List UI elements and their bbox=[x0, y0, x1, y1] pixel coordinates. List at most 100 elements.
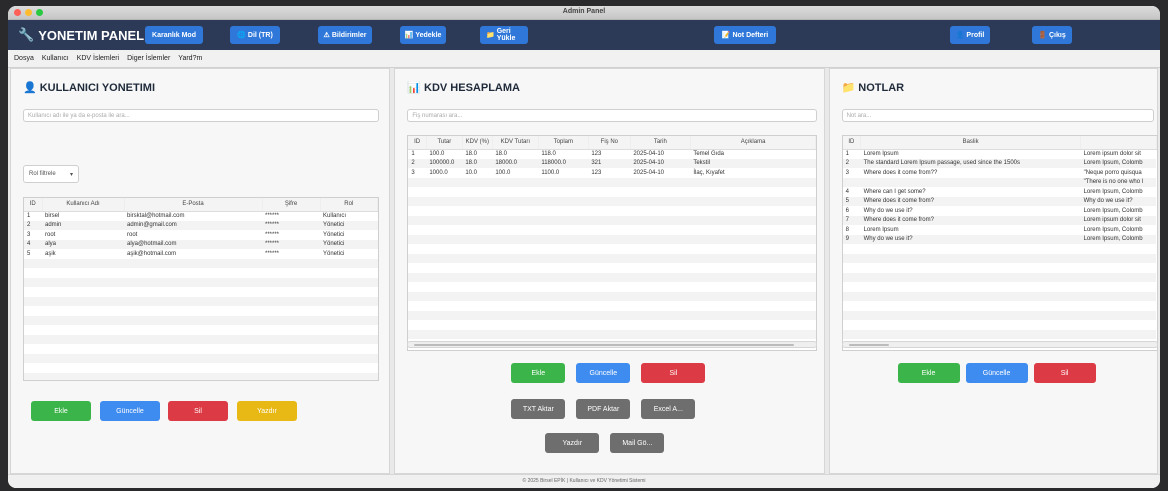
table-row[interactable]: 9 Why do we use it? Lorem Ipsum, Colomb bbox=[842, 234, 1157, 244]
logout-button[interactable]: 🚪 Çıkış bbox=[1032, 26, 1072, 44]
note-cell: Where does it come from?? bbox=[863, 169, 938, 176]
user-add-button[interactable]: Ekle bbox=[31, 401, 91, 421]
footer: © 2025 Birsel EPİK | Kullanıcı ve KDV Yö… bbox=[8, 474, 1160, 488]
user-cell bbox=[24, 372, 42, 380]
note-cell bbox=[860, 253, 1081, 263]
kdv-update-button[interactable]: Güncelle bbox=[576, 363, 631, 383]
notes-horizontal-scrollbar[interactable] bbox=[841, 341, 1158, 348]
table-row[interactable]: 1 100.0 18.0 18.0 118.0 123 2025-04-10 Temel Gı… bbox=[408, 149, 816, 159]
kdv-cell bbox=[426, 206, 462, 216]
restore-button[interactable]: 📁 Geri Yükle bbox=[480, 26, 528, 44]
table-row bbox=[408, 215, 816, 225]
col-email[interactable]: E-Posta bbox=[124, 198, 263, 212]
note-add-button[interactable]: Ekle bbox=[897, 363, 960, 383]
profile-button[interactable]: 👤 Profil bbox=[950, 26, 990, 44]
table-row[interactable]: 3 root root ****** Yönetici bbox=[24, 230, 378, 240]
table-row[interactable]: 5 Where does it come from? Why do we use i… bbox=[842, 196, 1157, 206]
note-cell: Why do we use it? bbox=[863, 207, 913, 214]
col-password[interactable]: Şifre bbox=[262, 198, 321, 212]
table-row[interactable]: 1 Lorem Ipsum Lorem ipsum dolor sit bbox=[843, 149, 1157, 159]
table-row bbox=[843, 263, 1157, 273]
menu-user[interactable]: Kullanıcı bbox=[42, 55, 69, 62]
note-update-button[interactable]: Güncelle bbox=[965, 363, 1028, 383]
kdv-add-button[interactable]: Ekle bbox=[511, 363, 566, 383]
table-row[interactable]: 1 birsel birsktal@hotmail.com ****** Kullanı… bbox=[24, 211, 378, 221]
mail-send-button[interactable]: Mail Gö... bbox=[610, 433, 665, 453]
col-total[interactable]: Toplam bbox=[538, 136, 589, 150]
col-id[interactable]: ID bbox=[408, 136, 427, 150]
menu-file[interactable]: Dosya bbox=[14, 55, 34, 62]
note-delete-button[interactable]: Sil bbox=[1033, 363, 1096, 383]
receipt-search-input[interactable]: Fiş numarası ara... bbox=[407, 109, 818, 122]
txt-export-button[interactable]: TXT Aktar bbox=[511, 399, 566, 419]
col-id[interactable]: ID bbox=[24, 198, 43, 212]
notifications-button[interactable]: ⚠ Bildirimler bbox=[318, 26, 372, 44]
col-receipt-no[interactable]: Fiş No bbox=[588, 136, 631, 150]
user-cell bbox=[124, 296, 262, 306]
role-filter-dropdown[interactable]: Rol filtrele ▾ bbox=[23, 165, 79, 183]
kdv-cell bbox=[538, 244, 588, 254]
kdv-delete-button[interactable]: Sil bbox=[641, 363, 706, 383]
table-row bbox=[24, 287, 378, 297]
menu-help[interactable]: Yard?m bbox=[178, 55, 202, 62]
user-update-button[interactable]: Güncelle bbox=[100, 401, 160, 421]
col-id[interactable]: ID bbox=[842, 136, 862, 150]
user-cell bbox=[262, 258, 320, 268]
table-row[interactable]: 6 Why do we use it? Lorem Ipsum, Colomb bbox=[843, 206, 1157, 216]
table-row[interactable]: 2 admin admin@gmail.com ****** Yönetici bbox=[24, 220, 378, 230]
col-date[interactable]: Tarih bbox=[630, 136, 691, 150]
col-role[interactable]: Rol bbox=[320, 198, 378, 212]
table-row[interactable]: 7 Where does it come from? Lorem ipsum dol… bbox=[842, 215, 1157, 225]
table-row[interactable]: 8 Lorem Ipsum Lorem Ipsum, Colomb bbox=[843, 225, 1157, 235]
table-row bbox=[24, 306, 378, 316]
table-row[interactable]: 4 Where can I get some? Lorem Ipsum, Colom… bbox=[843, 187, 1157, 197]
kdv-cell: 100000.0 bbox=[426, 158, 463, 168]
kdv-cell bbox=[492, 301, 538, 311]
col-content[interactable] bbox=[1080, 136, 1157, 150]
backup-button[interactable]: 📊 Yedekle bbox=[400, 26, 446, 44]
kdv-cell bbox=[538, 177, 589, 187]
notepad-button[interactable]: 📝 Not Defteri bbox=[714, 26, 776, 44]
kdv-cell bbox=[462, 301, 492, 311]
warning-icon: ⚠ bbox=[323, 32, 330, 39]
table-row[interactable]: "There is no one who l bbox=[842, 177, 1157, 187]
col-kdv-rate[interactable]: KDV (%) bbox=[462, 136, 493, 150]
table-row[interactable]: 4 alya alya@hotmail.com ****** Yönetici bbox=[24, 239, 378, 249]
user-delete-button[interactable]: Sil bbox=[168, 401, 228, 421]
user-cell bbox=[262, 296, 320, 306]
menu-other[interactable]: Diger İslemler bbox=[127, 55, 170, 62]
user-search-input[interactable]: Kullanıcı adı ile ya da e-posta ile ara.… bbox=[23, 109, 379, 122]
kdv-cell bbox=[588, 301, 630, 311]
kdv-print-button[interactable]: Yazdır bbox=[545, 433, 600, 453]
language-button[interactable]: 🌐 Dil (TR) bbox=[230, 26, 280, 44]
table-row[interactable]: 3 Where does it come from?? "Neque porro q… bbox=[843, 168, 1157, 178]
kdv-cell bbox=[538, 301, 588, 311]
kdv-horizontal-scrollbar[interactable] bbox=[407, 341, 818, 348]
table-row[interactable]: 3 1000.0 10.0 100.0 1100.0 123 2025-04-10 İlaç,… bbox=[408, 168, 816, 178]
table-row[interactable]: 5 aşik aşik@hotmail.com ****** Yönetici bbox=[24, 249, 378, 259]
backup-label: Yedekle bbox=[415, 31, 442, 39]
note-search-input[interactable]: Not ara... bbox=[841, 109, 1154, 122]
user-cell bbox=[124, 372, 262, 380]
table-row[interactable]: 2 The standard Lorem Ipsum passage, used … bbox=[842, 158, 1157, 168]
table-row bbox=[408, 320, 816, 330]
user-cell bbox=[124, 325, 262, 335]
kdv-cell bbox=[462, 234, 493, 244]
kdv-cell bbox=[408, 320, 426, 330]
kdv-cell bbox=[426, 282, 462, 292]
col-amount[interactable]: Tutar bbox=[426, 136, 463, 150]
kdv-cell bbox=[630, 301, 690, 311]
excel-export-button[interactable]: Excel A... bbox=[641, 399, 696, 419]
kdv-cell bbox=[462, 187, 492, 197]
user-print-button[interactable]: Yazdır bbox=[237, 401, 297, 421]
col-username[interactable]: Kullanıcı Adı bbox=[42, 198, 125, 212]
note-cell bbox=[861, 263, 1081, 273]
pdf-export-button[interactable]: PDF Aktar bbox=[576, 399, 631, 419]
col-title[interactable]: Baslik bbox=[860, 136, 1082, 150]
dark-mode-button[interactable]: Karanlık Mod bbox=[145, 26, 203, 44]
kdv-cell bbox=[538, 263, 588, 273]
menu-kdv[interactable]: KDV İslemleri bbox=[77, 55, 119, 62]
table-row[interactable]: 2 100000.0 18.0 18000.0 118000.0 321 2025-04-1… bbox=[408, 158, 816, 168]
col-description[interactable]: Açıklama bbox=[690, 136, 817, 150]
col-kdv-amount[interactable]: KDV Tutarı bbox=[492, 136, 539, 150]
